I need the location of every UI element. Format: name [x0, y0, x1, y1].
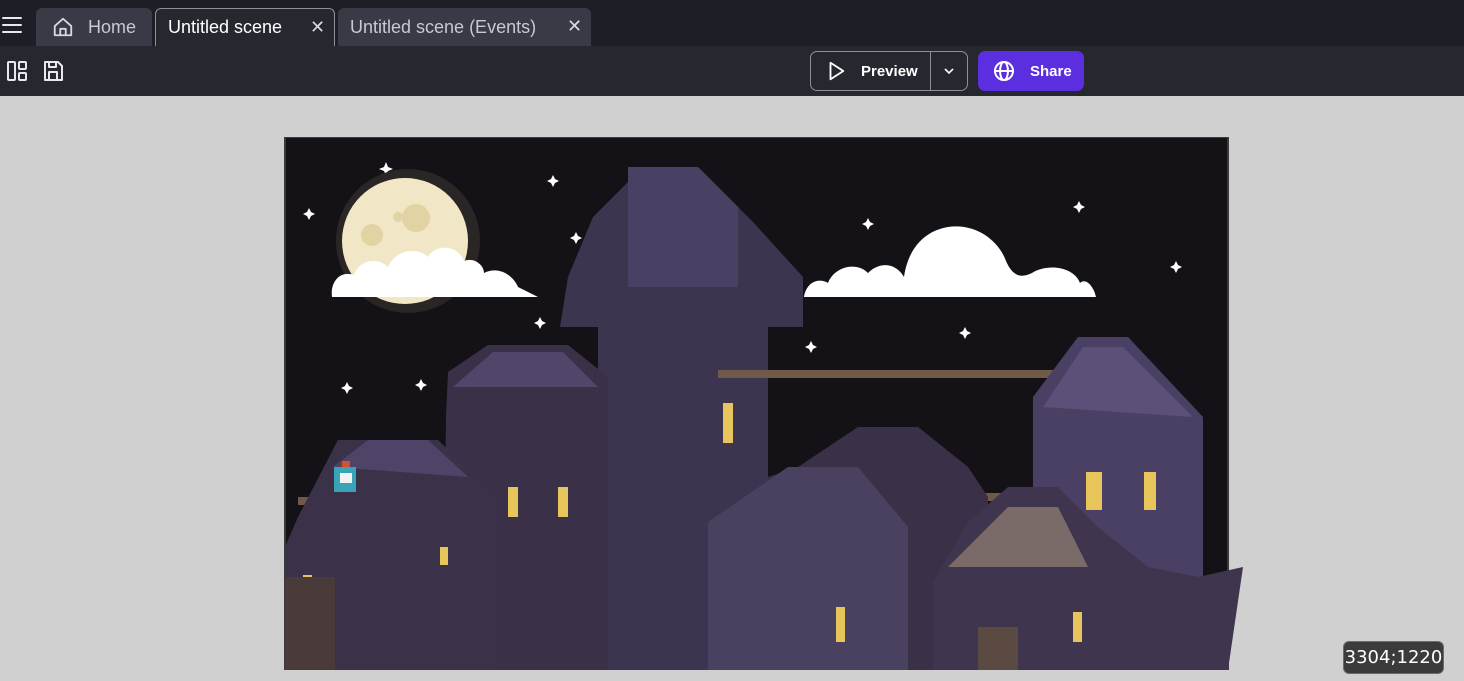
preview-button-group: Preview [810, 51, 968, 91]
tab-home-label: Home [88, 16, 137, 37]
window-light [723, 403, 733, 443]
toolbar: Preview Share [0, 46, 1464, 96]
window-light [558, 487, 568, 517]
chevron-down-icon [944, 68, 954, 75]
window-light [1086, 472, 1102, 510]
preview-label: Preview [861, 62, 918, 80]
moon-crater [361, 224, 383, 246]
tab-home[interactable]: Home [36, 8, 152, 46]
tab-untitled-scene[interactable]: Untitled scene ✕ [155, 8, 335, 46]
share-button[interactable]: Share [978, 51, 1084, 91]
scene-editor-canvas[interactable] [0, 96, 1464, 681]
moon-crater [393, 212, 403, 222]
wooden-bridge [718, 370, 1063, 378]
layout-panels-icon[interactable] [5, 59, 29, 83]
close-icon[interactable]: ✕ [567, 17, 583, 35]
menu-icon[interactable] [2, 17, 24, 35]
tab-events-label: Untitled scene (Events) [350, 16, 537, 37]
preview-button[interactable]: Preview [811, 52, 931, 90]
tab-scene-label: Untitled scene [168, 17, 283, 37]
window-light [508, 487, 518, 517]
play-icon [829, 61, 845, 81]
window-light [1073, 612, 1082, 642]
tab-bar: Home Untitled scene ✕ Untitled scene (Ev… [0, 0, 1464, 46]
globe-icon [994, 61, 1014, 81]
tab-untitled-scene-events[interactable]: Untitled scene (Events) ✕ [338, 8, 591, 46]
home-icon [53, 17, 73, 37]
save-icon[interactable] [41, 59, 65, 83]
moon-crater [402, 204, 430, 232]
window-light [836, 607, 845, 642]
cursor-coordinates-readout: 3304;1220 [1343, 641, 1444, 674]
window-light [1144, 472, 1156, 510]
close-icon[interactable]: ✕ [310, 18, 326, 36]
preview-options-button[interactable] [931, 52, 967, 90]
share-label: Share [1030, 62, 1072, 80]
game-scene-preview[interactable] [268, 137, 1258, 670]
window-light [440, 547, 448, 565]
